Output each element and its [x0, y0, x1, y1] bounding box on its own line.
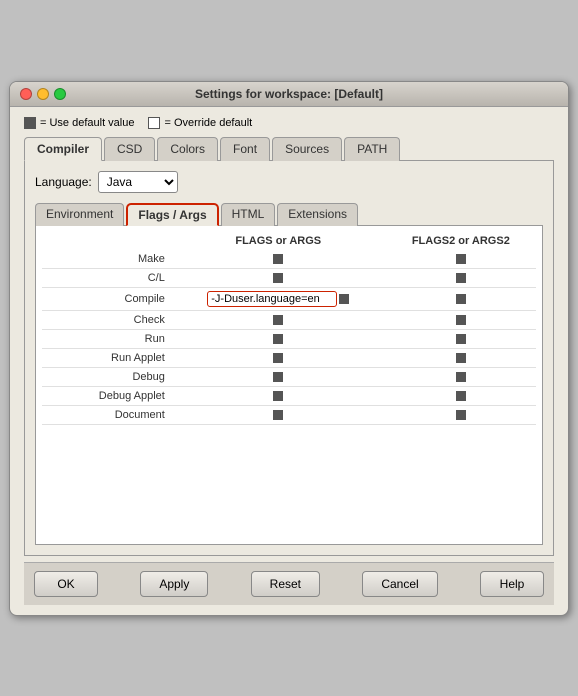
settings-window: Settings for workspace: [Default] = Use …	[9, 81, 569, 616]
row-flags2	[386, 405, 536, 424]
row-flags	[171, 268, 386, 287]
tab-path[interactable]: PATH	[344, 137, 400, 161]
language-label: Language:	[35, 175, 92, 189]
table-row: Compile	[42, 287, 536, 310]
row-flags	[171, 386, 386, 405]
apply-button[interactable]: Apply	[140, 571, 208, 597]
help-button[interactable]: Help	[480, 571, 544, 597]
table-row: Debug Applet	[42, 386, 536, 405]
default-square-icon	[273, 254, 283, 264]
subtab-environment[interactable]: Environment	[35, 203, 124, 226]
default-square-icon	[273, 372, 283, 382]
row-label: Debug	[42, 367, 171, 386]
default-square2-icon	[456, 294, 466, 304]
default-square2-icon	[456, 273, 466, 283]
default-label: = Use default value	[40, 117, 134, 129]
content-area: Language: Java Environment Flags / Args …	[24, 160, 554, 556]
ok-button[interactable]: OK	[34, 571, 98, 597]
row-label: Check	[42, 310, 171, 329]
override-legend: = Override default	[148, 117, 252, 129]
row-flags	[171, 367, 386, 386]
table-row: Debug	[42, 367, 536, 386]
default-square2-icon	[456, 410, 466, 420]
cancel-button[interactable]: Cancel	[362, 571, 437, 597]
default-square-icon	[273, 353, 283, 363]
tab-colors[interactable]: Colors	[157, 137, 218, 161]
title-bar: Settings for workspace: [Default]	[10, 82, 568, 107]
table-row: C/L	[42, 268, 536, 287]
default-square2-icon	[456, 315, 466, 325]
row-label: Run Applet	[42, 348, 171, 367]
table-row: Document	[42, 405, 536, 424]
default-square-icon	[273, 273, 283, 283]
window-body: = Use default value = Override default C…	[10, 107, 568, 615]
col-header-flags: FLAGS or ARGS	[171, 232, 386, 250]
row-flags[interactable]	[171, 287, 386, 310]
row-label: Document	[42, 405, 171, 424]
default-square-icon	[273, 315, 283, 325]
bottom-bar: OK Apply Reset Cancel Help	[24, 562, 554, 605]
legend-row: = Use default value = Override default	[24, 117, 554, 129]
row-label: C/L	[42, 268, 171, 287]
col-spacer	[42, 232, 171, 250]
row-label: Compile	[42, 287, 171, 310]
row-flags	[171, 405, 386, 424]
row-flags2	[386, 287, 536, 310]
flags-text-field[interactable]	[207, 291, 337, 307]
default-square2-icon	[456, 334, 466, 344]
override-square-icon	[148, 117, 160, 129]
col-header-flags2: FLAGS2 or ARGS2	[386, 232, 536, 250]
row-flags	[171, 348, 386, 367]
row-flags	[171, 250, 386, 269]
default-legend: = Use default value	[24, 117, 134, 129]
default-square-icon	[24, 117, 36, 129]
main-tab-bar: Compiler CSD Colors Font Sources PATH	[24, 137, 554, 161]
subtab-flags-args[interactable]: Flags / Args	[126, 203, 218, 226]
window-controls	[20, 88, 66, 100]
table-row: Check	[42, 310, 536, 329]
language-row: Language: Java	[35, 171, 543, 193]
subtab-extensions[interactable]: Extensions	[277, 203, 358, 226]
default-square-icon	[273, 410, 283, 420]
row-label: Make	[42, 250, 171, 269]
default-square2-icon	[456, 254, 466, 264]
row-label: Debug Applet	[42, 386, 171, 405]
default-square2-icon	[456, 353, 466, 363]
row-flags2	[386, 250, 536, 269]
language-select[interactable]: Java	[98, 171, 178, 193]
default-square2-icon	[456, 391, 466, 401]
row-flags2	[386, 367, 536, 386]
sub-tab-bar: Environment Flags / Args HTML Extensions	[35, 203, 543, 226]
row-flags2	[386, 386, 536, 405]
override-label: = Override default	[164, 117, 252, 129]
window-title: Settings for workspace: [Default]	[195, 87, 383, 101]
reset-button[interactable]: Reset	[251, 571, 320, 597]
table-row: Make	[42, 250, 536, 269]
table-row: Run Applet	[42, 348, 536, 367]
row-label: Run	[42, 329, 171, 348]
row-flags2	[386, 348, 536, 367]
row-flags2	[386, 310, 536, 329]
override-checkbox[interactable]	[339, 294, 349, 304]
row-flags2	[386, 329, 536, 348]
maximize-button[interactable]	[54, 88, 66, 100]
default-square-icon	[273, 334, 283, 344]
inner-table-area: FLAGS or ARGS FLAGS2 or ARGS2 MakeC/LCom…	[35, 225, 543, 545]
table-row: Run	[42, 329, 536, 348]
tab-compiler[interactable]: Compiler	[24, 137, 102, 161]
flags-table: FLAGS or ARGS FLAGS2 or ARGS2 MakeC/LCom…	[42, 232, 536, 425]
minimize-button[interactable]	[37, 88, 49, 100]
row-flags	[171, 329, 386, 348]
subtab-html[interactable]: HTML	[221, 203, 276, 226]
tab-csd[interactable]: CSD	[104, 137, 155, 161]
close-button[interactable]	[20, 88, 32, 100]
row-flags	[171, 310, 386, 329]
default-square-icon	[273, 391, 283, 401]
tab-font[interactable]: Font	[220, 137, 270, 161]
default-square2-icon	[456, 372, 466, 382]
tab-sources[interactable]: Sources	[272, 137, 342, 161]
row-flags2	[386, 268, 536, 287]
